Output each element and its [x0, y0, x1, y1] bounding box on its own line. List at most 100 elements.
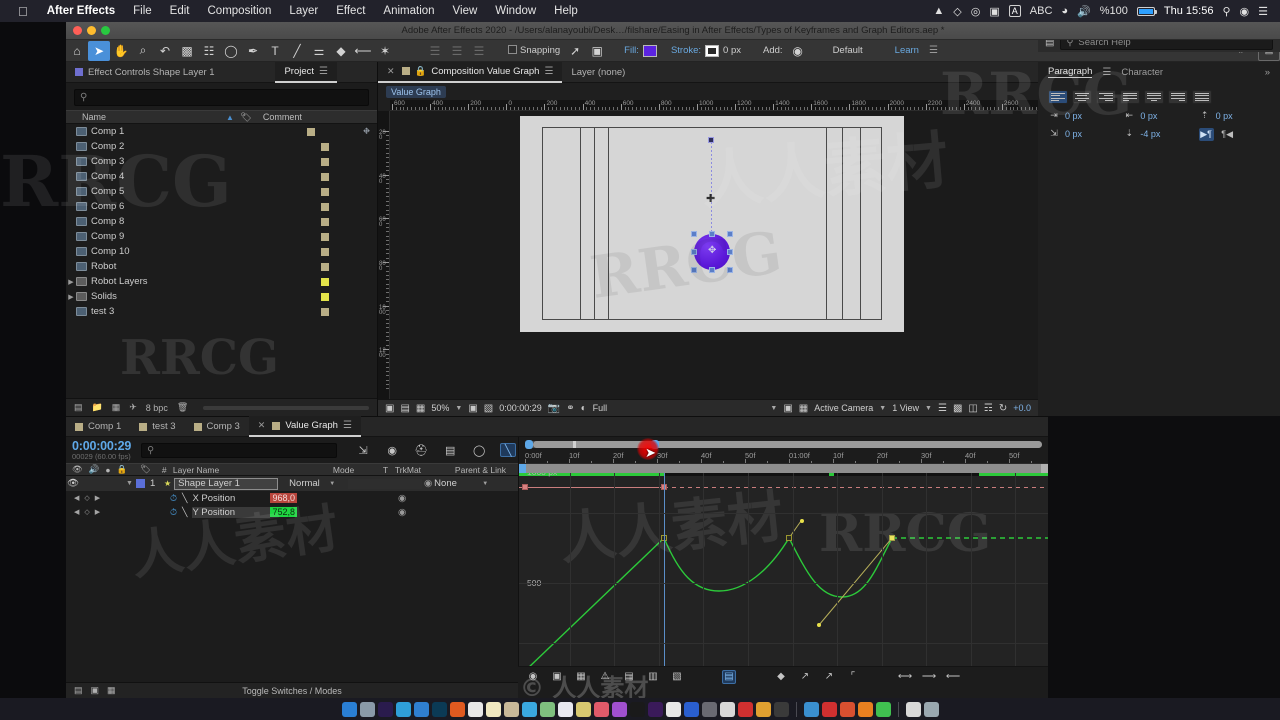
bezier-handle-in[interactable]: [817, 623, 821, 627]
tab-character[interactable]: Character: [1121, 67, 1163, 78]
label-color-swatch[interactable]: [321, 232, 329, 241]
delete-icon[interactable]: 🗑: [177, 402, 188, 413]
chevron-down-icon[interactable]: ▼: [126, 480, 136, 487]
menu-view[interactable]: View: [444, 5, 487, 17]
premiere-pro-icon[interactable]: [647, 701, 663, 717]
apple-logo-icon[interactable]: : [8, 5, 38, 18]
snap-icon[interactable]: ▦: [574, 670, 588, 684]
align-center-icon[interactable]: ☰: [446, 41, 468, 61]
appletv-icon[interactable]: [629, 701, 645, 717]
motion-path-keyframe[interactable]: [708, 137, 714, 143]
calendar-icon[interactable]: [467, 701, 483, 717]
graph-editor-icon[interactable]: ╲: [500, 443, 517, 457]
column-header-t[interactable]: T: [380, 465, 392, 475]
frame-blending-icon[interactable]: ▤: [442, 443, 458, 457]
pan-behind-tool-icon[interactable]: ☷: [198, 41, 220, 61]
close-window-button[interactable]: [73, 26, 82, 35]
screen-record-icon[interactable]: ▣: [989, 5, 999, 18]
tab-test-3[interactable]: test 3: [130, 416, 184, 437]
separate-dimensions-icon[interactable]: ▧: [670, 670, 684, 684]
reset-exposure-icon[interactable]: ↻: [999, 403, 1007, 414]
zoom-tool-icon[interactable]: ⌕: [132, 41, 154, 61]
fill-label[interactable]: Fill:: [620, 45, 643, 56]
shy-star-icon[interactable]: ★: [164, 479, 171, 488]
label-color-swatch[interactable]: [321, 187, 329, 196]
zoom-dropdown-chevron-down-icon[interactable]: ▼: [455, 405, 462, 412]
tab-comp-1[interactable]: Comp 1: [66, 416, 130, 437]
tag-icon[interactable]: 🏷: [234, 112, 258, 123]
label-color-swatch[interactable]: [321, 157, 329, 166]
align-right-icon[interactable]: ☰: [468, 41, 490, 61]
add-keyframe-icon[interactable]: ◇: [84, 494, 89, 502]
align-left-icon[interactable]: ☰: [424, 41, 446, 61]
input-source-label[interactable]: ABC: [1030, 5, 1053, 17]
messages-icon[interactable]: [521, 701, 537, 717]
chevron-right-icon[interactable]: ▶: [66, 278, 76, 286]
battery-charging-icon[interactable]: [1136, 6, 1157, 16]
audio-icon[interactable]: 🔊: [86, 464, 103, 475]
graph-editor-time-zoom[interactable]: [519, 437, 1048, 450]
vlc-icon[interactable]: [857, 701, 873, 717]
selection-handle-mr[interactable]: [727, 249, 733, 255]
eye-icon[interactable]: 👁: [66, 464, 86, 475]
keyframe-navigator-y-position[interactable]: ◀ ◇ ▶: [66, 508, 110, 516]
work-area-start-handle[interactable]: [519, 464, 526, 473]
camera-view-value[interactable]: Active Camera: [814, 403, 873, 413]
label-color-swatch[interactable]: [321, 217, 329, 226]
menubar-app-name[interactable]: After Effects: [38, 5, 124, 17]
pen-tool-icon[interactable]: ✒: [242, 41, 264, 61]
menu-composition[interactable]: Composition: [199, 5, 281, 17]
zoom-app-icon[interactable]: [755, 701, 771, 717]
column-header-parent-link[interactable]: Parent & Link: [452, 465, 509, 475]
label-color-swatch[interactable]: [321, 262, 329, 271]
hand-tool-icon[interactable]: ✋: [110, 41, 132, 61]
column-header-layer-name[interactable]: Layer Name: [170, 465, 330, 475]
telegram-icon[interactable]: [395, 701, 411, 717]
column-header-mode[interactable]: Mode: [330, 465, 380, 475]
list-item[interactable]: Comp 5: [66, 184, 377, 199]
layer-blend-mode-dropdown[interactable]: Normal ▼: [286, 478, 338, 490]
resolution-dropdown-chevron-down-icon[interactable]: ▼: [770, 405, 777, 412]
maps-icon[interactable]: [539, 701, 555, 717]
y-position-keyframe-2[interactable]: [786, 535, 792, 541]
menubar-clock[interactable]: Thu 15:56: [1164, 5, 1214, 17]
convert-linear-icon[interactable]: ↗: [798, 670, 812, 684]
solo-icon[interactable]: ●: [102, 465, 113, 475]
label-color-swatch[interactable]: [321, 247, 329, 256]
project-panel-menu-icon[interactable]: ☰: [319, 66, 328, 77]
after-effects-icon[interactable]: [377, 701, 393, 717]
indent-right-margin-field[interactable]: ⇤ 0 px: [1123, 110, 1194, 121]
list-item[interactable]: Comp 1 ⛖: [66, 124, 377, 139]
pixel-aspect-icon[interactable]: ▩: [953, 403, 962, 414]
expression-icon[interactable]: ◉: [398, 507, 518, 518]
tab-effect-controls[interactable]: Effect Controls Shape Layer 1: [66, 62, 224, 83]
trash-icon[interactable]: [923, 701, 939, 717]
fit-selection-icon[interactable]: ▤: [622, 670, 636, 684]
firefox-icon[interactable]: [449, 701, 465, 717]
stopwatch-icon[interactable]: ⏱: [170, 507, 177, 518]
easy-ease-icon[interactable]: ⟷: [898, 670, 912, 684]
layer-trkmat-dropdown[interactable]: [348, 478, 423, 489]
bit-depth-label[interactable]: 8 bpc: [146, 403, 168, 413]
spotlight-search-icon[interactable]: ⚲: [1222, 5, 1230, 18]
chevron-right-icon[interactable]: ▶: [66, 293, 76, 301]
toggle-roi-icon[interactable]: ▣: [468, 403, 477, 414]
time-zoom-slider[interactable]: [525, 440, 1042, 449]
indent-left-margin-field[interactable]: ⇥ 0 px: [1048, 110, 1119, 121]
office-icon[interactable]: [839, 701, 855, 717]
timeline-panel-menu-icon[interactable]: ☰: [343, 420, 352, 431]
toggle-guides-icon[interactable]: ☰: [938, 403, 947, 414]
control-center-icon[interactable]: ☰: [1258, 5, 1268, 18]
menu-file[interactable]: File: [124, 5, 161, 17]
rotation-tool-icon[interactable]: ↶: [154, 41, 176, 61]
menu-edit[interactable]: Edit: [161, 5, 199, 17]
previous-keyframe-icon[interactable]: ◀: [74, 508, 79, 516]
calculator-icon[interactable]: [773, 701, 789, 717]
justify-last-left-icon[interactable]: [1120, 90, 1140, 104]
graph-editor-canvas[interactable]: 1000 px 500 ■: [519, 473, 1048, 666]
camera-tool-icon[interactable]: ▩: [176, 41, 198, 61]
safari-icon[interactable]: [413, 701, 429, 717]
tab-layer-none[interactable]: Layer (none): [562, 62, 634, 83]
expression-icon[interactable]: ◉: [398, 493, 518, 504]
project-item-list[interactable]: Comp 1 ⛖ Comp 2 Comp 3 Comp 4 Comp 5 Comp 6 Com…: [66, 124, 377, 336]
